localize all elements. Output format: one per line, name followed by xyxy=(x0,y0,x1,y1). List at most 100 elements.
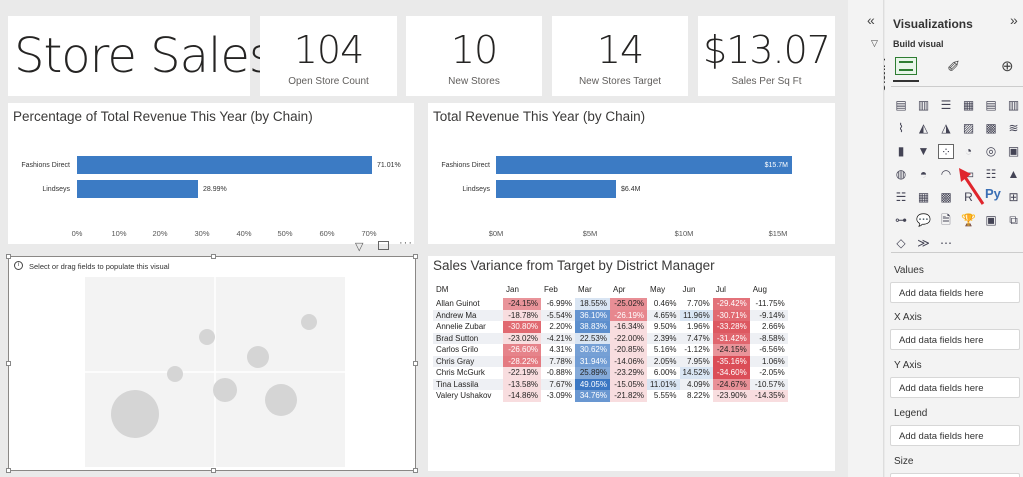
100-column-chart-icon[interactable]: ▥ xyxy=(1006,98,1022,113)
column-header[interactable]: Feb xyxy=(541,280,575,298)
column-header[interactable]: Aug xyxy=(750,280,788,298)
funnel-chart-icon[interactable]: ▼ xyxy=(916,144,932,159)
values-label: Values xyxy=(894,265,924,276)
expand-icon[interactable]: » xyxy=(1010,12,1018,28)
more-visuals-icon[interactable]: ⋯ xyxy=(938,236,954,251)
kpi-card-open-stores[interactable]: 104 Open Store Count xyxy=(260,16,397,96)
resize-handle[interactable] xyxy=(6,361,11,366)
x-tick: 20% xyxy=(152,229,168,238)
filters-pane-collapsed[interactable]: « ▽ Filters xyxy=(848,0,893,477)
total-revenue-chart[interactable]: Total Revenue This Year (by Chain) Fashi… xyxy=(428,103,835,244)
matrix-row[interactable]: Tina Lassila -13.58% 7.67% 49.05% -15.05% 11.… xyxy=(433,378,788,390)
more-options-icon[interactable]: ··· xyxy=(399,237,413,249)
bar-lindseys[interactable] xyxy=(496,180,616,198)
gauge-icon[interactable]: ◠ xyxy=(938,167,954,182)
qa-icon[interactable]: 💬 xyxy=(916,213,932,228)
matrix-row[interactable]: Annelie Zubar -30.80% 2.20% 38.83% -16.34% 9.… xyxy=(433,321,788,333)
build-visual-tab-icon[interactable] xyxy=(895,57,917,75)
focus-mode-icon[interactable] xyxy=(378,241,389,250)
resize-handle[interactable] xyxy=(413,361,418,366)
kpi-icon[interactable]: ▲ xyxy=(1006,167,1022,182)
filter-icon[interactable]: ▽ xyxy=(355,240,363,253)
variance-cell: -23.02% xyxy=(503,332,541,344)
table-icon[interactable]: ▦ xyxy=(916,190,932,205)
clustered-column-chart-icon[interactable]: ▦ xyxy=(961,98,977,113)
column-header[interactable]: Apr xyxy=(610,280,647,298)
power-automate-icon[interactable]: ⧉ xyxy=(1006,213,1022,228)
stacked-bar-chart-icon[interactable]: ▤ xyxy=(893,98,909,113)
dm-name-cell: Annelie Zubar xyxy=(436,322,486,332)
matrix-icon[interactable]: ▩ xyxy=(938,190,954,205)
bubble xyxy=(167,366,183,382)
paginated-report-icon[interactable]: 🗎 xyxy=(938,213,954,228)
key-influencers-icon[interactable]: ⊞ xyxy=(1006,190,1022,205)
size-well[interactable] xyxy=(890,473,1020,477)
map-icon[interactable]: ◍ xyxy=(893,167,909,182)
chevron-icon[interactable]: ≫ xyxy=(916,236,932,251)
resize-handle[interactable] xyxy=(413,254,418,259)
scatter-visual[interactable]: i Select or drag fields to populate this… xyxy=(6,254,418,473)
filled-map-icon[interactable]: ◓ xyxy=(916,167,932,182)
variance-cell: -22.00% xyxy=(610,332,647,344)
filter-icon: ▽ xyxy=(871,38,878,48)
line-chart-icon[interactable]: ⌇ xyxy=(893,121,909,136)
column-header[interactable]: DM xyxy=(433,280,503,298)
resize-handle[interactable] xyxy=(6,468,11,473)
get-more-visuals-icon[interactable]: ◇ xyxy=(893,236,909,251)
values-well[interactable]: Add data fields here xyxy=(890,282,1020,303)
store-sales-title: Store Sales xyxy=(14,28,274,84)
area-chart-icon[interactable]: ◭ xyxy=(916,121,932,136)
legend-well[interactable]: Add data fields here xyxy=(890,425,1020,446)
slicer-icon[interactable]: ☵ xyxy=(893,190,909,205)
line-column-chart-icon[interactable]: ▨ xyxy=(961,121,977,136)
clustered-bar-chart-icon[interactable]: ☰ xyxy=(938,98,954,113)
x-axis-label: X Axis xyxy=(894,312,922,323)
line-stacked-column-icon[interactable]: ▩ xyxy=(983,121,999,136)
matrix-row[interactable]: Valery Ushakov -14.86% -3.09% 34.76% -21.82%… xyxy=(433,390,788,402)
column-header[interactable]: Jan xyxy=(503,280,541,298)
matrix-row[interactable]: Brad Sutton -23.02% -4.21% 22.53% -22.00% 2.3… xyxy=(433,332,788,344)
treemap-icon[interactable]: ▣ xyxy=(1006,144,1022,159)
matrix-row[interactable]: Chris McGurk -22.19% -0.88% 25.89% -23.29% 6.… xyxy=(433,367,788,379)
matrix-row[interactable]: Allan Guinot -24.15% -6.99% 18.55% -25.02% 0.… xyxy=(433,298,788,310)
column-header[interactable]: Jun xyxy=(680,280,713,298)
sales-variance-matrix[interactable]: Sales Variance from Target by District M… xyxy=(428,256,835,471)
resize-handle[interactable] xyxy=(211,468,216,473)
matrix-row[interactable]: Andrew Ma -18.78% -5.54% 36.10% -26.19% 4.65%… xyxy=(433,309,788,321)
matrix-header-row: DM Jan Feb Mar Apr May Jun Jul Aug xyxy=(433,280,788,298)
goals-icon[interactable]: 🏆 xyxy=(961,213,977,228)
resize-handle[interactable] xyxy=(6,254,11,259)
x-axis-well[interactable]: Add data fields here xyxy=(890,329,1020,350)
100-bar-chart-icon[interactable]: ▤ xyxy=(983,98,999,113)
pie-chart-icon[interactable]: ◔ xyxy=(961,144,977,159)
x-tick: $15M xyxy=(768,229,788,238)
column-header[interactable]: Mar xyxy=(575,280,610,298)
resize-handle[interactable] xyxy=(211,254,216,259)
pct-revenue-chart[interactable]: Percentage of Total Revenue This Year (b… xyxy=(8,103,414,244)
stacked-column-chart-icon[interactable]: ▥ xyxy=(916,98,932,113)
kpi-card-sales-per-sqft[interactable]: $13.07 Sales Per Sq Ft xyxy=(698,16,835,96)
matrix-row[interactable]: Carlos Grilo -26.60% 4.31% 30.62% -20.85% 5.1… xyxy=(433,344,788,356)
decomposition-tree-icon[interactable]: ⊶ xyxy=(893,213,909,228)
column-header[interactable]: Jul xyxy=(713,280,750,298)
kpi-card-new-stores-target[interactable]: 14 New Stores Target xyxy=(552,16,688,96)
bar-fashions-direct[interactable] xyxy=(77,156,372,174)
power-apps-icon[interactable]: ▣ xyxy=(983,213,999,228)
ribbon-chart-icon[interactable]: ≋ xyxy=(1006,121,1022,136)
kpi-card-title[interactable]: Store Sales xyxy=(8,16,274,96)
waterfall-chart-icon[interactable]: ▮ xyxy=(893,144,909,159)
analytics-tab-icon[interactable]: ⊕ xyxy=(1001,57,1014,75)
variance-cell: -24.15% xyxy=(712,344,750,356)
resize-handle[interactable] xyxy=(413,468,418,473)
variance-cell: 1.96% xyxy=(687,322,710,332)
donut-chart-icon[interactable]: ◎ xyxy=(983,144,999,159)
format-visual-tab-icon[interactable]: ✐ xyxy=(947,57,960,77)
collapse-icon[interactable]: « xyxy=(867,12,875,28)
bar-lindseys[interactable] xyxy=(77,180,198,198)
stacked-area-chart-icon[interactable]: ◮ xyxy=(938,121,954,136)
column-header[interactable]: May xyxy=(647,280,680,298)
scatter-chart-icon[interactable]: ⁘ xyxy=(938,144,954,159)
matrix-row[interactable]: Chris Gray -28.22% 7.78% 31.94% -14.06% 2.05%… xyxy=(433,355,788,367)
kpi-card-new-stores[interactable]: 10 New Stores xyxy=(406,16,542,96)
y-axis-well[interactable]: Add data fields here xyxy=(890,377,1020,398)
